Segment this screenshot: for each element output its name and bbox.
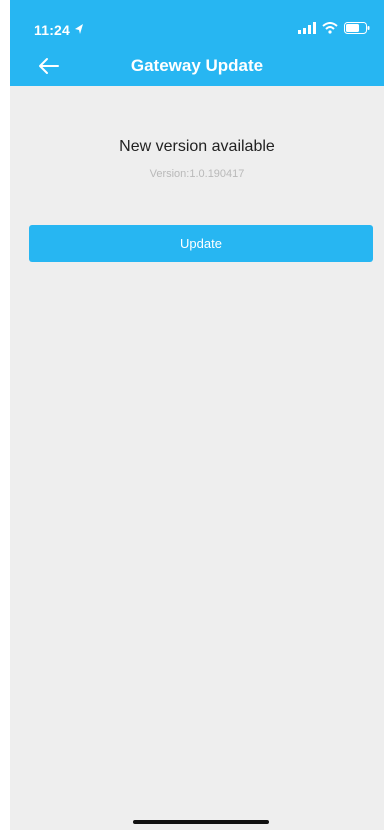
page-title: Gateway Update <box>130 56 264 75</box>
phone-frame: 11:24 Gateway Update New version availab… <box>10 0 384 830</box>
version-text: Version:1.0.190417 <box>149 168 245 180</box>
screen: 11:24 Gateway Update New version availab… <box>0 0 386 830</box>
wifi-icon <box>322 22 338 34</box>
new-version-headline: New version available <box>119 138 275 155</box>
battery-icon <box>344 22 370 34</box>
signal-icon <box>298 22 316 34</box>
home-indicator <box>133 820 269 824</box>
top-bar: 11:24 Gateway Update <box>10 0 384 86</box>
update-button[interactable]: Update <box>29 225 373 262</box>
content-area: New version available Version:1.0.190417… <box>10 86 384 830</box>
location-arrow-icon <box>74 22 84 34</box>
status-time: 11:24 <box>34 22 71 38</box>
status-icons <box>298 22 370 34</box>
